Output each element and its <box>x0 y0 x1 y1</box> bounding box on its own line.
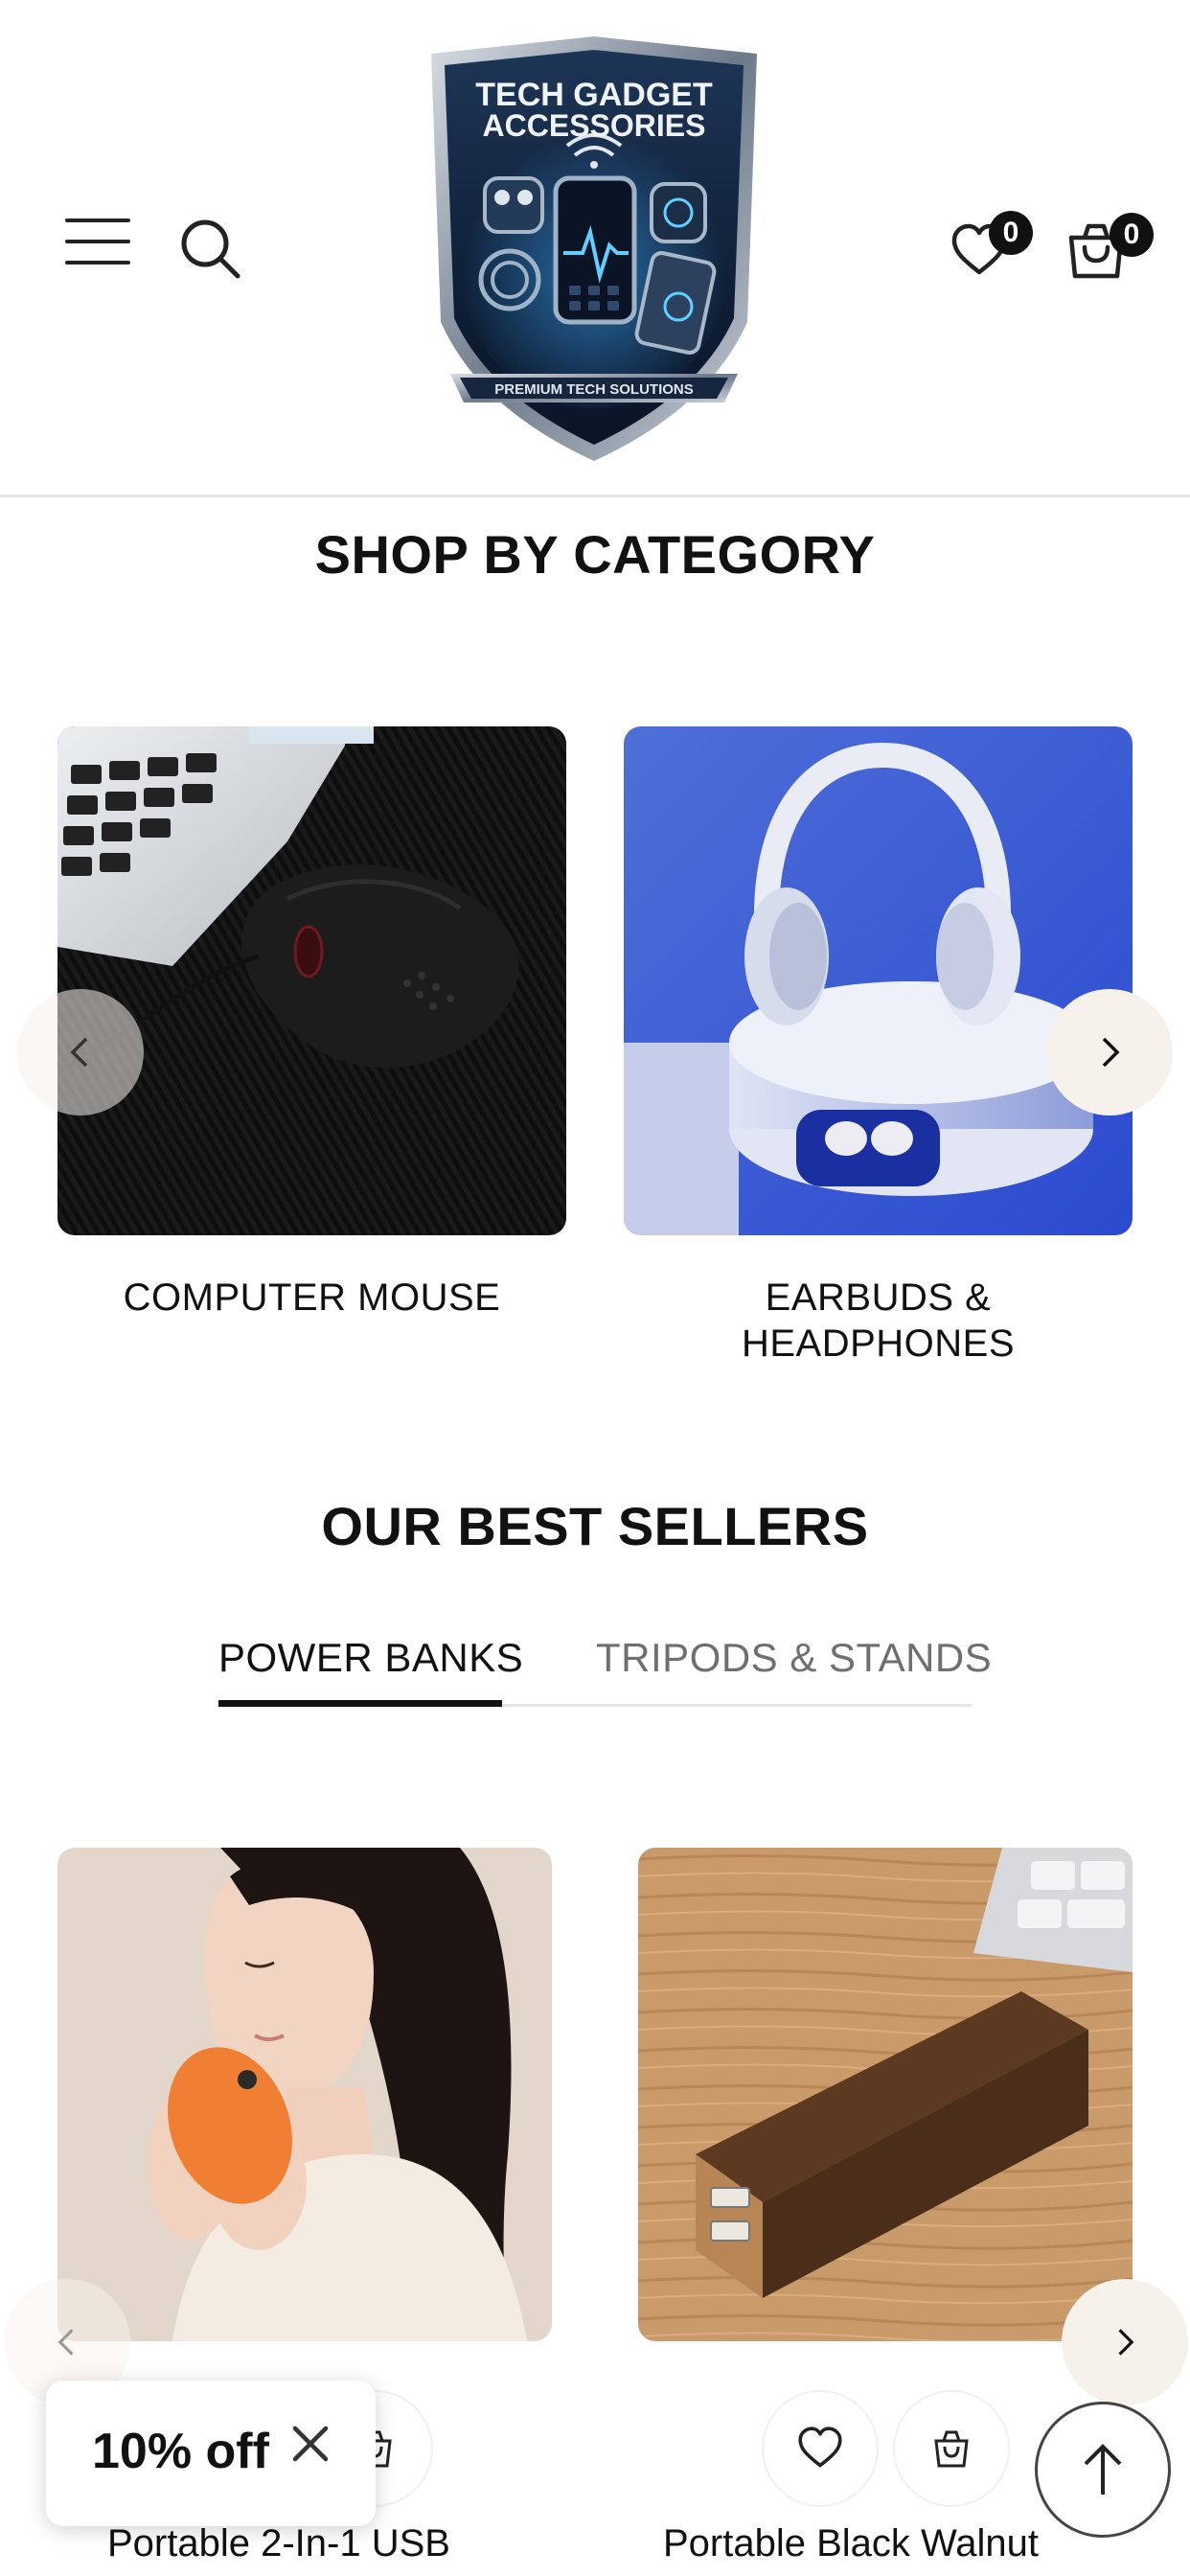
product-image-orange-power-bank <box>57 1848 552 2341</box>
best-sellers-title: OUR BEST SELLERS <box>321 1496 869 1556</box>
logo-tagline: PREMIUM TECH SOLUTIONS <box>494 381 694 398</box>
bag-icon <box>934 2430 969 2468</box>
product-image-walnut-power-bank <box>638 1848 1133 2341</box>
category-label-line1: EARBUDS & <box>765 1276 992 1319</box>
shop-by-category-title: SHOP BY CATEGORY <box>314 524 876 585</box>
category-next-button[interactable] <box>1046 989 1173 1116</box>
category-label-earbuds-headphones[interactable]: EARBUDS & HEADPHONES <box>624 1275 1133 1367</box>
category-label-computer-mouse[interactable]: COMPUTER MOUSE <box>57 1275 566 1321</box>
chevron-right-icon <box>1102 1037 1120 1068</box>
category-card-earbuds-headphones[interactable] <box>624 726 1133 1235</box>
logo-title-line2: ACCESSORIES <box>483 108 706 143</box>
headphones-image <box>624 726 1133 1235</box>
arrow-up-icon <box>1084 2444 1122 2495</box>
tab-power-banks[interactable]: POWER BANKS <box>218 1635 523 1681</box>
site-header: TECH GADGET ACCESSORIES PREMIUM TECH SOL… <box>0 0 1190 497</box>
wishlist-count-badge: 0 <box>989 211 1033 255</box>
product-2-add-to-cart-button[interactable] <box>893 2390 1010 2507</box>
cart-button[interactable]: 0 <box>1065 213 1154 280</box>
chevron-left-icon <box>57 2329 74 2356</box>
heart-icon <box>798 2426 842 2468</box>
product-next-button[interactable] <box>1062 2279 1188 2405</box>
discount-text[interactable]: 10% off <box>92 2423 269 2480</box>
product-card-portable-black-walnut[interactable] <box>638 1848 1133 2341</box>
cart-count-badge: 0 <box>1110 213 1154 257</box>
discount-popup[interactable]: 10% off <box>46 2380 376 2526</box>
wishlist-button[interactable]: 0 <box>950 211 1033 280</box>
chevron-right-icon <box>1118 2329 1134 2356</box>
product-2-wishlist-button[interactable] <box>762 2390 879 2507</box>
tab-tripods-stands[interactable]: TRIPODS & STANDS <box>596 1635 992 1681</box>
category-card-computer-mouse[interactable] <box>57 726 566 1235</box>
back-to-top-button[interactable] <box>1035 2402 1171 2538</box>
product-title-2[interactable]: Portable Black Walnut <box>663 2522 1039 2565</box>
category-label-line2: HEADPHONES <box>741 1322 1016 1365</box>
close-icon[interactable] <box>289 2423 339 2472</box>
active-tab-indicator <box>218 1700 502 1707</box>
menu-icon[interactable] <box>65 218 130 264</box>
computer-mouse-image <box>57 726 566 1235</box>
product-card-portable-2-in-1-usb[interactable] <box>57 1848 552 2341</box>
site-logo[interactable]: TECH GADGET ACCESSORIES PREMIUM TECH SOL… <box>422 34 767 466</box>
search-icon[interactable] <box>178 217 241 280</box>
chevron-left-icon <box>70 1037 88 1068</box>
product-title-1[interactable]: Portable 2-In-1 USB <box>107 2522 450 2565</box>
category-prev-button[interactable] <box>17 989 144 1116</box>
